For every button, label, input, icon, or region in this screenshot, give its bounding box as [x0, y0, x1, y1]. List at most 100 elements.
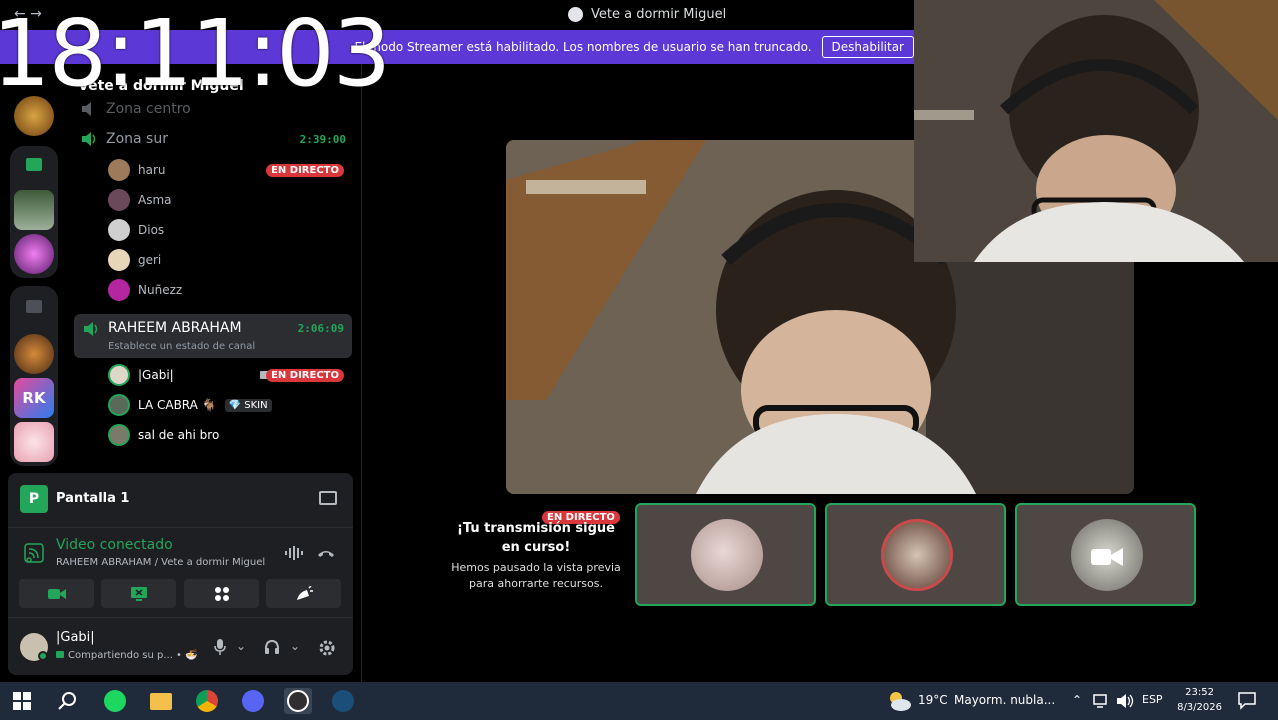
camera-icon [47, 588, 66, 599]
weather-icon[interactable] [886, 690, 912, 712]
chevron-down-icon[interactable]: ⌄ [236, 639, 246, 653]
volume-icon[interactable] [1116, 693, 1134, 709]
channel-name: RAHEEM ABRAHAM [108, 320, 242, 336]
guild-icon[interactable] [14, 190, 54, 230]
voice-user[interactable]: Asma [108, 187, 348, 213]
camera-icon [1091, 548, 1123, 566]
folder-icon [150, 692, 172, 710]
notification-icon[interactable] [1238, 692, 1256, 710]
avatar [108, 279, 130, 301]
streamer-banner-message: El modo Streamer está habilitado. Los no… [354, 40, 812, 54]
screen-icon [56, 651, 64, 658]
server-folder[interactable]: RK [10, 286, 58, 466]
divider [8, 617, 353, 618]
voice-user[interactable]: sal de ahi bro [108, 422, 348, 448]
language-indicator[interactable]: ESP [1142, 693, 1163, 706]
avatar [108, 219, 130, 241]
disable-streamer-button[interactable]: Deshabilitar [821, 36, 914, 58]
taskbar-app-spotify[interactable] [101, 688, 129, 714]
taskbar-app-steam[interactable] [329, 688, 357, 714]
guild-icon[interactable] [14, 422, 54, 462]
clock-time: 23:52 [1185, 687, 1214, 698]
avatar [108, 189, 130, 211]
gear-icon[interactable] [318, 639, 336, 657]
activities-icon [214, 586, 229, 601]
live-badge: EN DIRECTO [266, 163, 344, 177]
online-status-dot [38, 651, 48, 661]
headphones-icon[interactable] [264, 639, 280, 655]
live-badge: EN DIRECTO [266, 368, 344, 382]
windows-icon [13, 692, 31, 710]
webcam-image [914, 0, 1278, 262]
current-user-status: Compartiendo su p... • 🍜 [56, 650, 198, 661]
current-user-status-text: Compartiendo su p... • 🍜 [68, 650, 198, 661]
voice-status-panel: P Pantalla 1 Video conectado RAHEEM ABRA… [8, 473, 353, 675]
taskbar-app-chrome[interactable] [193, 688, 221, 714]
spotify-icon [104, 690, 126, 712]
self-camera-preview[interactable] [914, 0, 1278, 262]
guild-icon[interactable] [14, 334, 54, 374]
taskbar-app-explorer[interactable] [147, 688, 175, 714]
active-voice-channel[interactable]: RAHEEM ABRAHAM Establece un estado de ca… [74, 314, 352, 358]
camera-button[interactable] [19, 579, 94, 608]
screen-icon: P [20, 485, 48, 513]
guild-icon[interactable] [14, 234, 54, 274]
weather-desc[interactable]: Mayorm. nubla... [954, 693, 1055, 707]
chevron-up-icon[interactable]: ⌃ [1072, 693, 1082, 707]
server-folder[interactable] [10, 146, 58, 278]
overlay-clock: 18:11:03 [0, 0, 391, 107]
stop-stream-icon[interactable] [319, 491, 337, 505]
channel-timer: 2:39:00 [299, 132, 346, 146]
stop-screen-share-button[interactable] [101, 579, 176, 608]
start-button[interactable] [8, 688, 36, 714]
avatar [691, 519, 763, 591]
search-icon [58, 692, 76, 710]
user-name: geri [138, 253, 162, 267]
voice-user[interactable]: LA CABRA 🐐 💎 SKIN [108, 392, 348, 418]
noise-suppression-icon[interactable] [284, 545, 304, 561]
avatar [108, 364, 130, 386]
channel-name: Zona sur [106, 131, 168, 147]
screen-share-icon [130, 586, 147, 601]
discord-icon [242, 690, 264, 712]
soundboard-icon [296, 585, 313, 600]
voice-user[interactable]: Dios [108, 217, 348, 243]
avatar [108, 424, 130, 446]
participant-tile[interactable] [1015, 503, 1196, 606]
taskbar-app-obs[interactable] [284, 688, 312, 714]
voice-user[interactable]: |Gabi| EN DIRECTO [108, 362, 348, 388]
connection-status: Video conectado [56, 537, 173, 553]
folder-icon [26, 300, 42, 313]
paused-stream-title: ¡Tu transmisión sigue en curso! [456, 521, 616, 555]
voice-channel[interactable]: Zona sur 2:39:00 [82, 126, 354, 152]
current-user-name[interactable]: |Gabi| [56, 630, 95, 645]
voice-user[interactable]: Nuñezz [108, 277, 348, 303]
user-name: Nuñezz [138, 283, 183, 297]
user-name: |Gabi| [138, 368, 174, 382]
avatar [108, 394, 130, 416]
participant-tile[interactable] [825, 503, 1006, 606]
weather-temp[interactable]: 19°C [918, 693, 948, 707]
connection-location[interactable]: RAHEEM ABRAHAM / Vete a dormir Miguel [56, 557, 265, 568]
microphone-icon[interactable] [214, 639, 226, 655]
folder-icon [26, 158, 42, 171]
participant-tile[interactable] [635, 503, 816, 606]
system-clock[interactable]: 23:52 8/3/2026 [1177, 685, 1222, 715]
network-icon[interactable] [1093, 694, 1109, 708]
user-name: LA CABRA 🐐 [138, 398, 217, 412]
disconnect-icon[interactable] [316, 545, 336, 561]
voice-user[interactable]: geri [108, 247, 348, 273]
window-title: Vete a dormir Miguel [568, 7, 726, 22]
signal-icon[interactable] [24, 543, 44, 563]
soundboard-button[interactable] [266, 579, 341, 608]
channel-status[interactable]: Establece un estado de canal [108, 341, 255, 352]
chevron-down-icon[interactable]: ⌄ [290, 639, 300, 653]
guild-icon[interactable]: RK [14, 378, 54, 418]
user-name: sal de ahi bro [138, 428, 220, 442]
user-name: Asma [138, 193, 172, 207]
activities-button[interactable] [184, 579, 259, 608]
search-button[interactable] [54, 688, 82, 714]
voice-user[interactable]: haru EN DIRECTO [108, 157, 348, 183]
taskbar-app-discord[interactable] [239, 688, 267, 714]
channel-timer: 2:06:09 [297, 322, 344, 335]
